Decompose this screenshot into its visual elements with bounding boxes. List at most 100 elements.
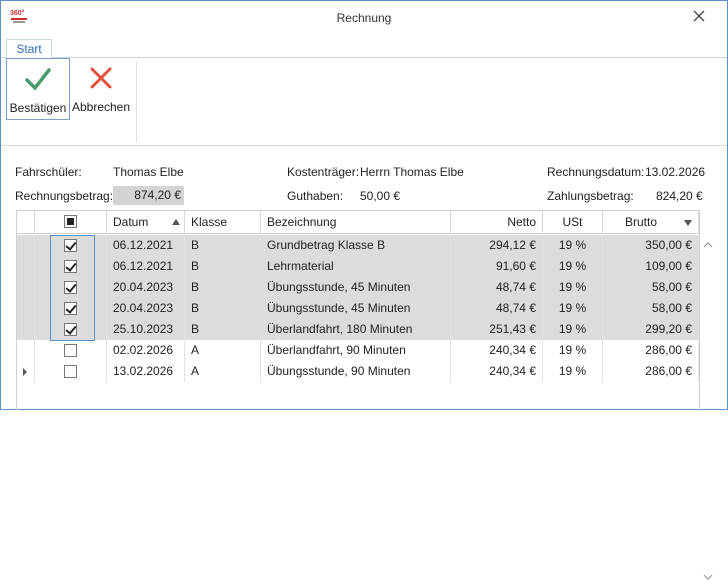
cell-class: A <box>185 340 261 361</box>
row-checkbox[interactable] <box>63 239 77 252</box>
scroll-down-icon[interactable] <box>703 571 713 581</box>
cell-date: 20.04.2023 <box>107 298 185 319</box>
cell-net: 48,74 € <box>451 298 543 319</box>
row-indicator[interactable] <box>17 256 35 277</box>
cell-class: A <box>185 361 261 382</box>
ribbon: Bestätigen Abbrechen <box>1 58 727 146</box>
cancel-label: Abbrechen <box>71 100 131 114</box>
cell-gross: 58,00 € <box>603 277 699 298</box>
cell-class: B <box>185 256 261 277</box>
cell-description: Grundbetrag Klasse B <box>261 235 451 256</box>
row-checkbox[interactable] <box>63 323 77 336</box>
credit-label: Guthaben: <box>287 189 344 203</box>
row-checkbox[interactable] <box>63 344 77 357</box>
cell-class: B <box>185 235 261 256</box>
close-icon[interactable] <box>691 8 707 24</box>
cell-vat: 19 % <box>543 298 603 319</box>
payment-amount-value: 824,20 € <box>656 189 703 203</box>
checkmark-icon <box>24 65 52 93</box>
invoice-window: 360° Rechnung Start Bestätigen Abbrechen… <box>0 0 728 580</box>
row-checkbox-cell <box>35 235 107 256</box>
scroll-up-icon[interactable] <box>703 239 713 249</box>
cell-class: B <box>185 277 261 298</box>
window-title: Rechnung <box>336 11 392 25</box>
cell-vat: 19 % <box>543 256 603 277</box>
student-value: Thomas Elbe <box>113 165 184 179</box>
cell-vat: 19 % <box>543 277 603 298</box>
row-checkbox-cell <box>35 298 107 319</box>
header-select-all[interactable] <box>35 211 107 234</box>
cell-description: Überlandfahrt, 180 Minuten <box>261 319 451 340</box>
grid-header: Datum Klasse Bezeichnung Netto USt Brutt… <box>17 211 699 234</box>
row-indicator[interactable] <box>17 361 35 382</box>
invoice-info: Fahrschüler: Thomas Elbe Kostenträger: H… <box>1 147 727 209</box>
row-checkbox[interactable] <box>63 365 77 378</box>
cell-gross: 299,20 € <box>603 319 699 340</box>
row-checkbox-cell <box>35 256 107 277</box>
cell-vat: 19 % <box>543 319 603 340</box>
table-row[interactable]: 13.02.2026 A Übungsstunde, 90 Minuten 240,3… <box>17 361 699 382</box>
row-indicator[interactable] <box>17 277 35 298</box>
row-checkbox[interactable] <box>63 260 77 273</box>
invoice-date-value: 13.02.2026 <box>645 165 706 179</box>
row-checkbox-cell <box>35 340 107 361</box>
header-date[interactable]: Datum <box>107 211 185 234</box>
invoice-amount-value: 874,20 € <box>113 186 184 205</box>
header-class[interactable]: Klasse <box>185 211 261 234</box>
table-row[interactable]: 25.10.2023 B Überlandfahrt, 180 Minuten 251… <box>17 319 699 340</box>
table-row[interactable]: 02.02.2026 A Überlandfahrt, 90 Minuten 240,… <box>17 340 699 361</box>
header-vat[interactable]: USt <box>543 211 603 234</box>
cell-date: 06.12.2021 <box>107 235 185 256</box>
sort-ascending-icon <box>172 219 180 225</box>
credit-value: 50,00 € <box>360 189 401 203</box>
row-checkbox[interactable] <box>63 281 77 294</box>
cell-gross: 350,00 € <box>603 235 699 256</box>
select-all-checkbox[interactable] <box>63 215 77 228</box>
cell-date: 13.02.2026 <box>107 361 185 382</box>
row-indicator[interactable] <box>17 319 35 340</box>
cell-net: 48,74 € <box>451 277 543 298</box>
student-label: Fahrschüler: <box>15 165 82 179</box>
confirm-label: Bestätigen <box>9 101 67 115</box>
row-indicator[interactable] <box>17 235 35 256</box>
row-indicator[interactable] <box>17 298 35 319</box>
cell-gross: 286,00 € <box>603 340 699 361</box>
cell-description: Übungsstunde, 45 Minuten <box>261 277 451 298</box>
confirm-button[interactable]: Bestätigen <box>6 58 70 120</box>
title-bar: 360° Rechnung <box>1 1 727 35</box>
invoice-date-label: Rechnungsdatum: <box>547 165 645 179</box>
row-checkbox[interactable] <box>63 302 77 315</box>
current-row-arrow-icon <box>23 368 27 376</box>
tab-start[interactable]: Start <box>6 39 52 59</box>
cell-net: 240,34 € <box>451 340 543 361</box>
filter-dropdown-icon[interactable] <box>684 220 692 226</box>
table-row[interactable]: 06.12.2021 B Grundbetrag Klasse B 294,12 €1… <box>17 235 699 256</box>
cell-class: B <box>185 319 261 340</box>
header-net[interactable]: Netto <box>451 211 543 234</box>
cell-date: 25.10.2023 <box>107 319 185 340</box>
header-gross[interactable]: Brutto <box>603 211 699 234</box>
cell-description: Übungsstunde, 90 Minuten <box>261 361 451 382</box>
table-row[interactable]: 20.04.2023 B Übungsstunde, 45 Minuten 48,74… <box>17 277 699 298</box>
invoice-items-grid: Datum Klasse Bezeichnung Netto USt Brutt… <box>16 210 713 580</box>
cell-class: B <box>185 298 261 319</box>
header-description[interactable]: Bezeichnung <box>261 211 451 234</box>
cell-gross: 109,00 € <box>603 256 699 277</box>
row-checkbox-cell <box>35 277 107 298</box>
cross-icon <box>87 64 115 92</box>
cancel-button[interactable]: Abbrechen <box>71 58 131 120</box>
table-row[interactable]: 20.04.2023 B Übungsstunde, 45 Minuten 48,74… <box>17 298 699 319</box>
header-row-indicator <box>17 211 35 234</box>
cell-vat: 19 % <box>543 235 603 256</box>
row-indicator[interactable] <box>17 340 35 361</box>
row-checkbox-cell <box>35 319 107 340</box>
payer-label: Kostenträger: <box>287 165 360 179</box>
table-row[interactable]: 06.12.2021 B Lehrmaterial 91,60 €19 % 109,00… <box>17 256 699 277</box>
payer-value: Herrn Thomas Elbe <box>360 165 464 179</box>
cell-date: 20.04.2023 <box>107 277 185 298</box>
cell-date: 06.12.2021 <box>107 256 185 277</box>
cell-description: Lehrmaterial <box>261 256 451 277</box>
cell-date: 02.02.2026 <box>107 340 185 361</box>
cell-description: Übungsstunde, 45 Minuten <box>261 298 451 319</box>
row-checkbox-cell <box>35 361 107 382</box>
